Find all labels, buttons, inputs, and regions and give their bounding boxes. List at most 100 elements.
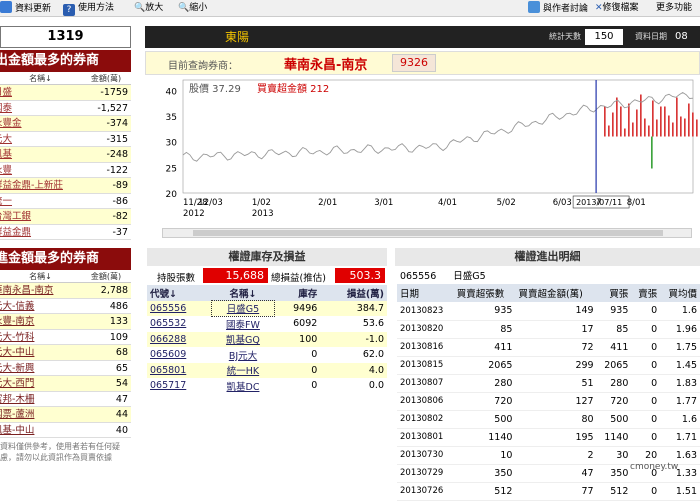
broker-row[interactable]: 統一 -86 bbox=[0, 193, 131, 209]
broker-amount: 68 bbox=[115, 347, 128, 358]
broker-amount: 133 bbox=[109, 316, 128, 327]
x-tick-label: 2012 bbox=[183, 209, 205, 219]
broker-row[interactable]: 群益金鼎 -37 bbox=[0, 224, 131, 240]
broker-row[interactable]: 凱基-中山 40 bbox=[0, 422, 131, 438]
broker-amount: 2,788 bbox=[100, 285, 128, 296]
broker-row[interactable]: 國泰 -1,527 bbox=[0, 100, 131, 116]
warrant-row[interactable]: 065556 日盛G5 9496 384.7 bbox=[147, 299, 387, 317]
broker-row[interactable]: 永豐金 -374 bbox=[0, 116, 131, 132]
broker-name[interactable]: 華南永昌-南京 bbox=[0, 283, 87, 298]
detail-warrant-info: 065556 日盛G5 bbox=[400, 268, 486, 282]
net-buy-bar bbox=[628, 103, 630, 137]
broker-amount: -315 bbox=[106, 133, 128, 145]
broker-name[interactable]: 元大-中山 bbox=[0, 345, 87, 360]
left-panel: 1319 賣出金額最多的券商 名稱↓金額(萬) 日盛 -1759 國泰 -1,527 永… bbox=[0, 26, 131, 474]
broker-name[interactable]: 台灣工銀 bbox=[0, 209, 87, 224]
broker-amount: 54 bbox=[115, 378, 128, 389]
broker-name[interactable]: 永豐金 bbox=[0, 116, 87, 131]
y-tick-label: 40 bbox=[166, 87, 178, 97]
net-buy-bar bbox=[652, 100, 654, 137]
broker-row[interactable]: 元大-新興 65 bbox=[0, 360, 131, 376]
broker-name[interactable]: 凱基-中山 bbox=[0, 423, 87, 438]
broker-row[interactable]: 元大-西門 54 bbox=[0, 376, 131, 392]
broker-name[interactable]: 日盛 bbox=[0, 85, 87, 100]
detail-name: 日盛G5 bbox=[453, 271, 486, 282]
shares-value: 15,688 bbox=[203, 268, 268, 283]
net-buy-bar bbox=[648, 125, 650, 137]
warrant-row[interactable]: 065801 統一HK 0 4.0 bbox=[147, 362, 387, 378]
detail-row: 20130823 935 149 935 0 1.6 bbox=[397, 302, 700, 320]
warrant-title: 權證庫存及損益 bbox=[147, 248, 387, 266]
update-button[interactable]: 資料更新 bbox=[0, 1, 51, 16]
more-button[interactable]: 更多功能 bbox=[656, 1, 692, 16]
warrant-row[interactable]: 065609 BJ元大 0 62.0 bbox=[147, 347, 387, 363]
broker-name[interactable]: 國票-蘆洲 bbox=[0, 407, 87, 422]
zoom-out-button[interactable]: 🔍縮小 bbox=[178, 1, 207, 16]
days-input[interactable]: 150 bbox=[585, 29, 623, 45]
repair-button[interactable]: ✕修復檔案 bbox=[595, 1, 639, 16]
broker-row[interactable]: 永豐 -122 bbox=[0, 162, 131, 178]
chart-scrollbar[interactable] bbox=[162, 228, 692, 238]
broker-amount: -374 bbox=[106, 118, 128, 129]
broker-amount: -248 bbox=[106, 149, 128, 160]
date-value: 08 bbox=[675, 31, 688, 42]
broker-row[interactable]: 國票-蘆洲 44 bbox=[0, 407, 131, 423]
broker-row[interactable]: 凱基 -248 bbox=[0, 147, 131, 163]
net-buy-bar bbox=[684, 118, 686, 137]
broker-name[interactable]: 群益金鼎-上新莊 bbox=[0, 178, 87, 193]
broker-name[interactable]: 元大-信義 bbox=[0, 299, 87, 314]
broker-name[interactable]: 凱基 bbox=[0, 147, 87, 162]
broker-code[interactable]: 9326 bbox=[392, 54, 436, 72]
broker-row[interactable]: 永豐-南京 133 bbox=[0, 314, 131, 330]
broker-name[interactable]: 永豐-南京 bbox=[0, 314, 87, 329]
broker-row[interactable]: 日盛 -1759 bbox=[0, 85, 131, 101]
broker-row[interactable]: 台灣工銀 -82 bbox=[0, 209, 131, 225]
detail-row: 20130802 500 80 500 0 1.6 bbox=[397, 410, 700, 428]
broker-row[interactable]: 華南永昌-南京 2,788 bbox=[0, 283, 131, 299]
detail-row: 20130820 85 17 85 0 1.96 bbox=[397, 320, 700, 338]
stock-name: 東陽 bbox=[225, 30, 250, 44]
broker-amount: 40 bbox=[115, 424, 128, 436]
disclaimer: 資料僅供參考，使用者若有任何疑慮，請勿以此資訊作為買賣依據 bbox=[0, 442, 120, 462]
broker-amount: 65 bbox=[115, 362, 128, 374]
pnl-label: 總損益(推估) bbox=[271, 273, 326, 284]
broker-row[interactable]: 元大 -315 bbox=[0, 131, 131, 147]
help-button[interactable]: ? 使用方法 bbox=[63, 1, 114, 16]
y-tick-label: 20 bbox=[166, 190, 178, 200]
x-tick-label: 6/03 bbox=[553, 198, 572, 208]
broker-name[interactable]: 國泰 bbox=[0, 101, 87, 116]
broker-name[interactable]: 元大-竹科 bbox=[0, 330, 87, 345]
net-buy-bar bbox=[668, 115, 670, 137]
scroll-thumb[interactable] bbox=[193, 230, 663, 236]
warrant-row[interactable]: 065532 國泰FW 6092 53.6 bbox=[147, 316, 387, 332]
wrench-icon: ✕ bbox=[595, 3, 603, 13]
discuss-button[interactable]: 與作者討論 bbox=[528, 1, 588, 16]
update-icon bbox=[0, 1, 12, 13]
broker-row[interactable]: 元大-竹科 109 bbox=[0, 329, 131, 345]
main-panel: 東陽 統計天數 150 資料日期 08 bbox=[145, 26, 700, 48]
price-chart[interactable]: 40 35 30 25 20 股價 37.29 買賣超金額 212 11/28 2012 1… bbox=[145, 77, 700, 242]
y-tick-label: 25 bbox=[166, 164, 177, 174]
broker-name[interactable]: 元大 bbox=[0, 132, 87, 147]
broker-row[interactable]: 元大-中山 68 bbox=[0, 345, 131, 361]
top-buy-title: 買進金額最多的券商 bbox=[0, 248, 131, 270]
broker-name[interactable]: 元大-新興 bbox=[0, 361, 87, 376]
broker-name[interactable]: 統一 bbox=[0, 194, 87, 209]
x-tick-label: 2013 bbox=[252, 209, 274, 219]
days-label: 統計天數 bbox=[549, 32, 581, 41]
zoom-in-button[interactable]: 🔍放大 bbox=[134, 1, 163, 16]
warrant-row[interactable]: 065717 凱基DC 0 0.0 bbox=[147, 378, 387, 394]
broker-name[interactable]: 永豐 bbox=[0, 163, 87, 178]
warrant-row[interactable]: 066288 凱基GQ 100 -1.0 bbox=[147, 331, 387, 347]
pnl-value: 503.3 bbox=[335, 268, 385, 283]
broker-row[interactable]: 群益金鼎-上新莊 -89 bbox=[0, 178, 131, 194]
broker-name[interactable]: 富邦-木柵 bbox=[0, 392, 87, 407]
broker-name[interactable]: 群益金鼎 bbox=[0, 225, 87, 240]
net-buy-bar bbox=[640, 94, 642, 137]
stock-code-input[interactable]: 1319 bbox=[0, 26, 131, 48]
toolbar: 資料更新 ? 使用方法 🔍放大 🔍縮小 與作者討論 ✕修復檔案 更多功能 bbox=[0, 0, 700, 17]
broker-row[interactable]: 元大-信義 486 bbox=[0, 298, 131, 314]
broker-name[interactable]: 元大-西門 bbox=[0, 376, 87, 391]
shares-label: 持股張數 bbox=[157, 273, 196, 284]
broker-row[interactable]: 富邦-木柵 47 bbox=[0, 391, 131, 407]
